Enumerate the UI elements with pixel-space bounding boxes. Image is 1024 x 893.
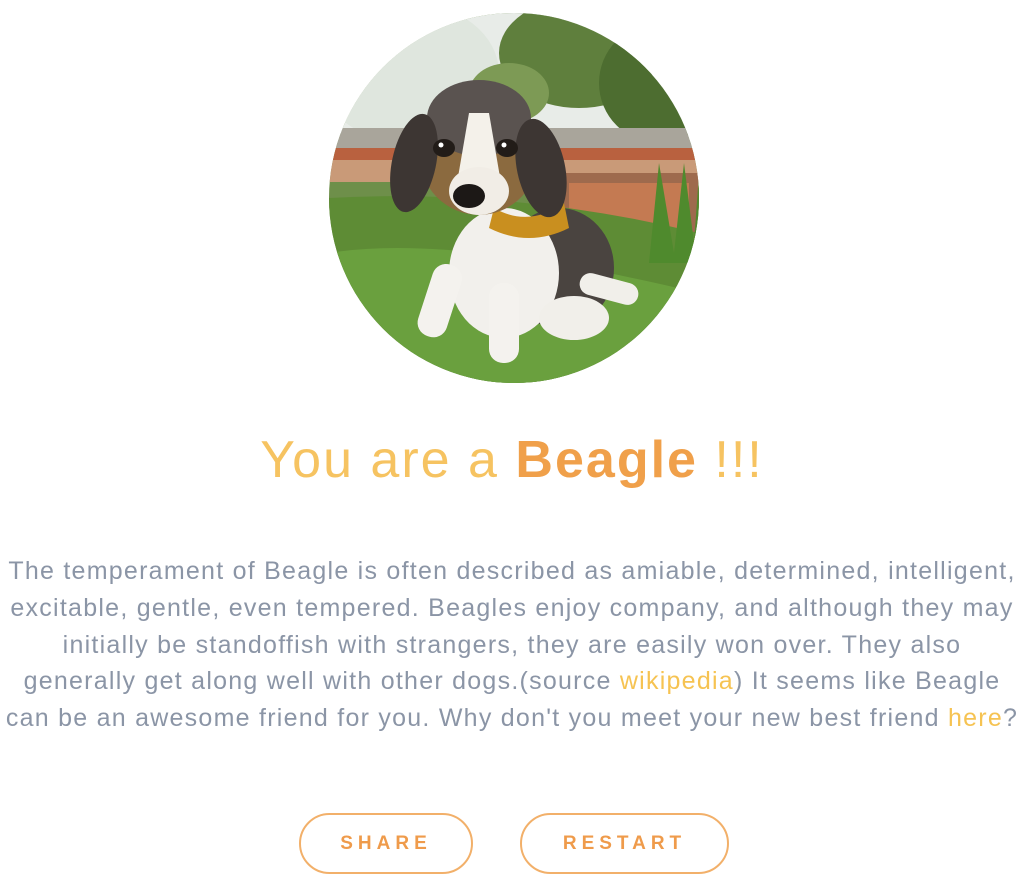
wikipedia-link[interactable]: wikipedia <box>620 667 734 695</box>
headline-suffix: !!! <box>714 431 764 489</box>
breed-name: Beagle <box>515 431 698 489</box>
description-text-3: ? <box>1003 704 1019 733</box>
breed-description: The temperament of Beagle is often descr… <box>4 553 1020 737</box>
result-headline: You are a Beagle !!! <box>0 430 1024 490</box>
restart-button[interactable]: RESTART <box>520 813 729 874</box>
share-button[interactable]: SHARE <box>299 813 473 874</box>
headline-prefix: You are a <box>260 431 499 489</box>
beagle-puppy-image <box>329 13 699 383</box>
result-page: You are a Beagle !!! The temperament of … <box>0 0 1024 893</box>
breed-photo <box>329 13 699 383</box>
here-link[interactable]: here <box>948 704 1003 732</box>
